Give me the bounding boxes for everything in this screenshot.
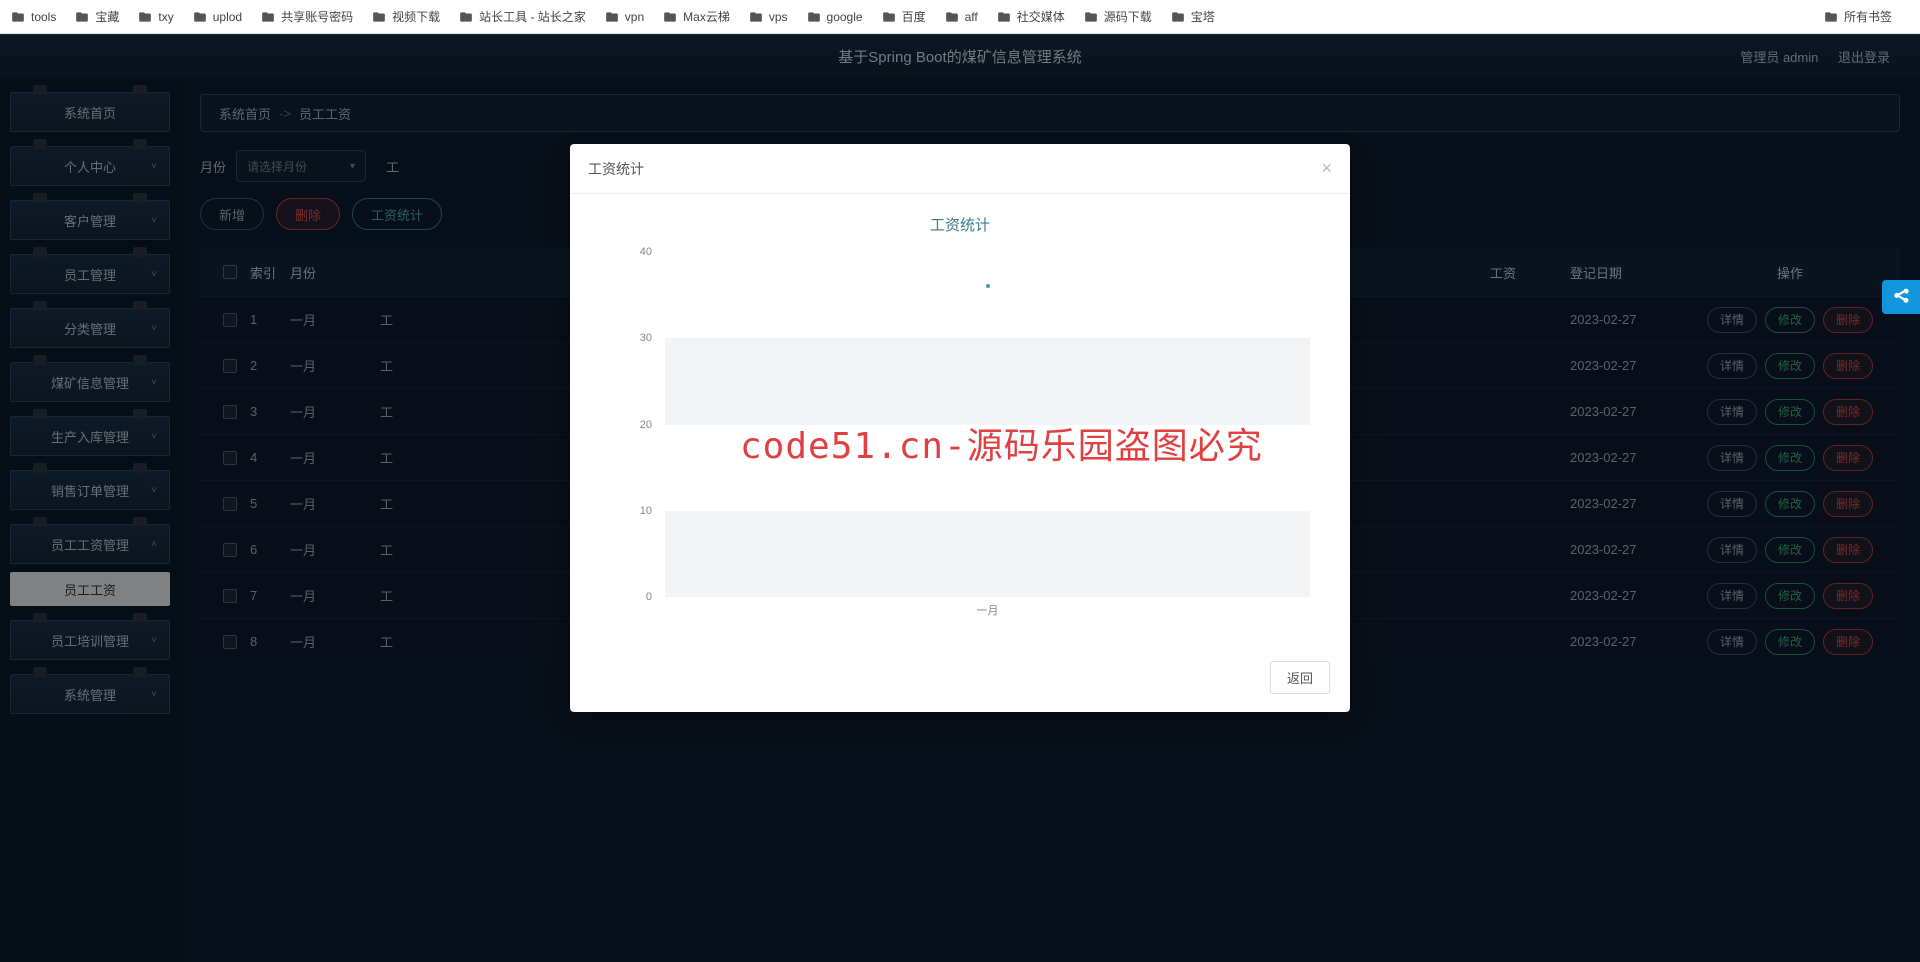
folder-icon <box>192 9 208 25</box>
close-icon[interactable]: × <box>1321 158 1332 179</box>
bookmark-label: txy <box>158 10 173 24</box>
modal-overlay[interactable]: 工资统计 × 工资统计 0 10 20 30 40 一月 code51.cn-源码乐园盗… <box>0 34 1920 962</box>
bookmark-label: tools <box>31 10 56 24</box>
folder-icon <box>604 9 620 25</box>
chart-data-point[interactable] <box>985 283 991 289</box>
chart-y-axis: 010203040 <box>600 247 660 597</box>
bookmark-item[interactable]: 百度 <box>881 8 926 25</box>
bookmark-label: vps <box>769 10 788 24</box>
return-button[interactable]: 返回 <box>1270 661 1330 694</box>
folder-icon <box>458 9 474 25</box>
folder-icon <box>1083 9 1099 25</box>
bookmark-label: Max云梯 <box>683 8 730 25</box>
bookmark-item[interactable]: tools <box>10 9 56 25</box>
y-axis-tick: 10 <box>640 505 652 517</box>
bookmark-item[interactable]: vps <box>748 9 788 25</box>
bookmark-item[interactable]: 站长工具 - 站长之家 <box>458 8 586 25</box>
bookmark-label: 站长工具 - 站长之家 <box>479 8 586 25</box>
bookmark-label: 共享账号密码 <box>281 8 353 25</box>
folder-icon <box>1170 9 1186 25</box>
share-float-button[interactable] <box>1882 280 1920 314</box>
y-axis-tick: 20 <box>640 419 652 431</box>
folder-icon <box>881 9 897 25</box>
folder-icon <box>371 9 387 25</box>
bookmark-item[interactable]: txy <box>137 9 173 25</box>
bookmark-item[interactable]: google <box>806 9 863 25</box>
y-axis-tick: 40 <box>640 246 652 258</box>
bookmark-label: vpn <box>625 10 644 24</box>
salary-stats-modal: 工资统计 × 工资统计 0 10 20 30 40 一月 code51.cn-源码乐园盗… <box>570 144 1350 712</box>
bookmark-item[interactable]: aff <box>944 9 978 25</box>
bookmark-item[interactable]: uplod <box>192 9 242 25</box>
bookmark-label: uplod <box>213 10 242 24</box>
x-axis-label: 一月 <box>977 602 999 618</box>
bookmark-item[interactable]: 宝藏 <box>74 8 119 25</box>
modal-header: 工资统计 × <box>570 144 1350 194</box>
bookmark-item[interactable]: 社交媒体 <box>996 8 1065 25</box>
bookmark-label: 视频下载 <box>392 8 440 25</box>
watermark-text: code51.cn-源码乐园盗图必究 <box>740 417 1263 469</box>
bookmark-item[interactable]: Max云梯 <box>662 8 730 25</box>
folder-icon <box>996 9 1012 25</box>
chart-grid-band <box>665 338 1310 424</box>
share-icon <box>1891 287 1911 307</box>
bookmark-label: 百度 <box>902 8 926 25</box>
folder-icon <box>662 9 678 25</box>
bookmark-item[interactable]: 共享账号密码 <box>260 8 353 25</box>
bookmark-label: 源码下载 <box>1104 8 1152 25</box>
modal-footer: 返回 <box>570 647 1350 712</box>
folder-icon <box>10 9 26 25</box>
bookmark-label: aff <box>965 10 978 24</box>
bookmark-label: google <box>827 10 863 24</box>
folder-icon <box>806 9 822 25</box>
folder-icon <box>748 9 764 25</box>
folder-icon <box>260 9 276 25</box>
all-bookmarks-button[interactable]: 所有书签 <box>1823 8 1892 25</box>
bookmark-label: 社交媒体 <box>1017 8 1065 25</box>
bookmark-item[interactable]: vpn <box>604 9 644 25</box>
folder-icon <box>74 9 90 25</box>
chart-grid-band <box>665 511 1310 597</box>
bookmark-item[interactable]: 视频下载 <box>371 8 440 25</box>
bookmark-label: 宝藏 <box>95 8 119 25</box>
chart-area: 0 10 20 30 40 一月 code51.cn-源码乐园盗图必究 <box>600 247 1320 637</box>
bookmark-label: 所有书签 <box>1844 8 1892 25</box>
browser-bookmarks-bar: tools 宝藏 txy uplod 共享账号密码 视频下载 站长工具 - 站长之家 vpn M… <box>0 0 1920 34</box>
folder-icon <box>1823 9 1839 25</box>
folder-icon <box>137 9 153 25</box>
bookmark-item[interactable]: 源码下载 <box>1083 8 1152 25</box>
folder-icon <box>944 9 960 25</box>
bookmark-label: 宝塔 <box>1191 8 1215 25</box>
y-axis-tick: 0 <box>646 591 652 603</box>
chart-title: 工资统计 <box>600 214 1320 235</box>
bookmark-item[interactable]: 宝塔 <box>1170 8 1215 25</box>
y-axis-tick: 30 <box>640 332 652 344</box>
modal-title: 工资统计 <box>588 159 644 179</box>
modal-body: 工资统计 0 10 20 30 40 一月 code51.cn-源码乐园盗图必究 <box>570 194 1350 647</box>
